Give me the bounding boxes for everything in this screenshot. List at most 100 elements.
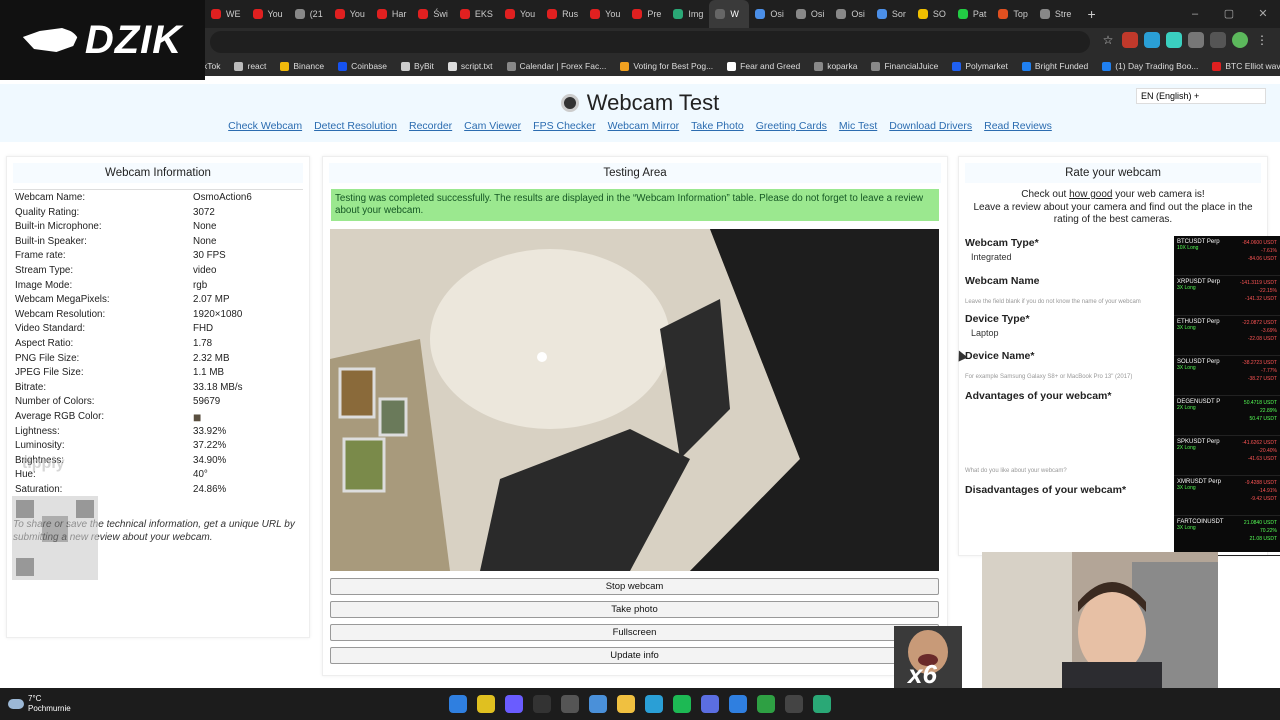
browser-tab[interactable]: SO <box>912 0 952 28</box>
close-window-icon[interactable]: ✕ <box>1246 0 1280 28</box>
bookmark-item[interactable]: koparka <box>814 61 857 71</box>
bookmark-item[interactable]: Fear and Greed <box>727 61 800 71</box>
taskbar-app-icon[interactable] <box>533 695 551 713</box>
nav-link[interactable]: Recorder <box>409 120 452 132</box>
nav-link[interactable]: Cam Viewer <box>464 120 521 132</box>
info-row: Webcam Resolution: 1920×1080 <box>7 309 309 324</box>
nav-link[interactable]: Greeting Cards <box>756 120 827 132</box>
taskbar-app-icon[interactable] <box>561 695 579 713</box>
maximize-icon[interactable]: ▢ <box>1212 0 1246 28</box>
tab-favicon-icon <box>795 9 806 19</box>
extension-icon[interactable] <box>1144 32 1160 48</box>
more-menu-icon[interactable]: ⋮ <box>1254 32 1270 48</box>
browser-tab[interactable]: Osi <box>830 0 871 28</box>
taskbar-app-icon[interactable] <box>785 695 803 713</box>
bookmark-item[interactable]: react <box>234 61 266 71</box>
bookmark-item[interactable]: script.txt <box>447 61 493 71</box>
nav-link[interactable]: Download Drivers <box>889 120 972 132</box>
how-good-link[interactable]: how good <box>1069 189 1112 200</box>
browser-tab[interactable]: You <box>499 0 541 28</box>
bookmark-label: react <box>247 61 267 71</box>
minimize-icon[interactable]: – <box>1178 0 1212 28</box>
bookmark-item[interactable]: Binance <box>280 61 324 71</box>
tab-favicon-icon <box>334 9 345 19</box>
browser-tab[interactable]: Har <box>371 0 413 28</box>
stop-webcam-button[interactable]: Stop webcam <box>330 578 939 595</box>
browser-tab[interactable]: Pre <box>626 0 667 28</box>
page-title: Webcam Test <box>0 90 1280 116</box>
fullscreen-button[interactable]: Fullscreen <box>330 624 939 641</box>
bookmark-item[interactable]: Bright Funded <box>1021 61 1088 71</box>
nav-link[interactable]: Read Reviews <box>984 120 1052 132</box>
browser-tab[interactable]: You <box>247 0 289 28</box>
info-key: Webcam Name: <box>15 192 86 203</box>
bookmark-item[interactable]: ByBit <box>401 61 434 71</box>
bookmark-item[interactable]: FinancialJuice <box>871 61 938 71</box>
browser-tab[interactable]: Pat <box>952 0 993 28</box>
weather-widget[interactable]: 7°C Pochmurnie <box>8 694 71 714</box>
profile-avatar[interactable] <box>1232 32 1248 48</box>
info-value: 33.92% <box>193 425 227 437</box>
browser-tab[interactable]: Świ <box>412 0 454 28</box>
ticker-pnl-2: 21.08 USDT <box>1249 536 1277 542</box>
browser-tab[interactable]: (21 <box>289 0 329 28</box>
browser-tab[interactable]: W <box>709 0 750 28</box>
info-key: Average RGB Color: <box>15 410 105 422</box>
update-info-button[interactable]: Update info <box>330 647 939 664</box>
taskbar-app-icon[interactable] <box>757 695 775 713</box>
extension-icon[interactable] <box>1122 32 1138 48</box>
ticker-pnl: 50.4718 USDT <box>1243 400 1277 406</box>
language-select[interactable]: EN (English) + <box>1136 88 1266 104</box>
taskbar-app-icon[interactable] <box>589 695 607 713</box>
info-value: rgb <box>193 279 208 291</box>
taskbar-app-icon[interactable] <box>505 695 523 713</box>
nav-link[interactable]: Mic Test <box>839 120 877 132</box>
nav-link[interactable]: FPS Checker <box>533 120 595 132</box>
ticker-pnl-2: -38.27 USDT <box>1247 376 1277 382</box>
bookmark-favicon-icon <box>871 61 881 71</box>
browser-tab[interactable]: Osi <box>749 0 790 28</box>
browser-tab[interactable]: Top <box>992 0 1034 28</box>
browser-tab[interactable]: Rus <box>541 0 584 28</box>
tab-label: Osi <box>810 9 825 19</box>
take-photo-button[interactable]: Take photo <box>330 601 939 618</box>
browser-tab[interactable]: You <box>584 0 626 28</box>
taskbar-app-icon[interactable] <box>813 695 831 713</box>
taskbar-app-icon[interactable] <box>729 695 747 713</box>
extensions-area: ☆ ⋮ <box>1100 32 1270 52</box>
taskbar-app-icon[interactable] <box>617 695 635 713</box>
nav-link[interactable]: Webcam Mirror <box>608 120 680 132</box>
extension-icon[interactable] <box>1166 32 1182 48</box>
nav-link[interactable]: Take Photo <box>691 120 744 132</box>
taskbar-app-icon[interactable] <box>645 695 663 713</box>
nav-link[interactable]: Detect Resolution <box>314 120 397 132</box>
bookmark-item[interactable]: Calendar | Forex Fac... <box>506 61 606 71</box>
windows-start-icon[interactable] <box>449 695 467 713</box>
info-key: Aspect Ratio: <box>15 337 74 349</box>
browser-tab[interactable]: WE <box>205 0 247 28</box>
nav-link[interactable]: Check Webcam <box>228 120 302 132</box>
bookmark-item[interactable]: BTC Elliot wave <box>1212 61 1280 71</box>
extensions-puzzle-icon[interactable] <box>1188 32 1204 48</box>
bookmark-star-icon[interactable]: ☆ <box>1100 32 1116 48</box>
browser-tab[interactable]: EKS <box>454 0 499 28</box>
browser-tab[interactable]: Sor <box>871 0 912 28</box>
browser-tab[interactable]: Stre <box>1034 0 1078 28</box>
browser-tab[interactable]: Img <box>667 0 709 28</box>
browser-tab[interactable]: You <box>329 0 371 28</box>
bookmark-item[interactable]: Voting for Best Pog... <box>620 61 713 71</box>
tab-label: Stre <box>1054 9 1072 19</box>
reading-list-icon[interactable] <box>1210 32 1226 48</box>
new-tab-button[interactable]: + <box>1077 6 1105 22</box>
browser-tab[interactable]: Osi <box>790 0 831 28</box>
taskbar-app-icon[interactable] <box>701 695 719 713</box>
position-ticker: FARTCOINUSDT 3X Long 21.0840 USDT 70.22% 21… <box>1174 516 1280 556</box>
bookmark-item[interactable]: (1) Day Trading Boo... <box>1102 61 1198 71</box>
bookmark-item[interactable]: Polymarket <box>952 61 1008 71</box>
bookmark-item[interactable]: Coinbase <box>338 61 387 71</box>
tab-favicon-icon <box>1039 9 1050 19</box>
tab-label: Pre <box>647 9 662 19</box>
taskbar-app-icon[interactable] <box>477 695 495 713</box>
taskbar-app-icon[interactable] <box>673 695 691 713</box>
address-bar[interactable] <box>210 31 1090 53</box>
